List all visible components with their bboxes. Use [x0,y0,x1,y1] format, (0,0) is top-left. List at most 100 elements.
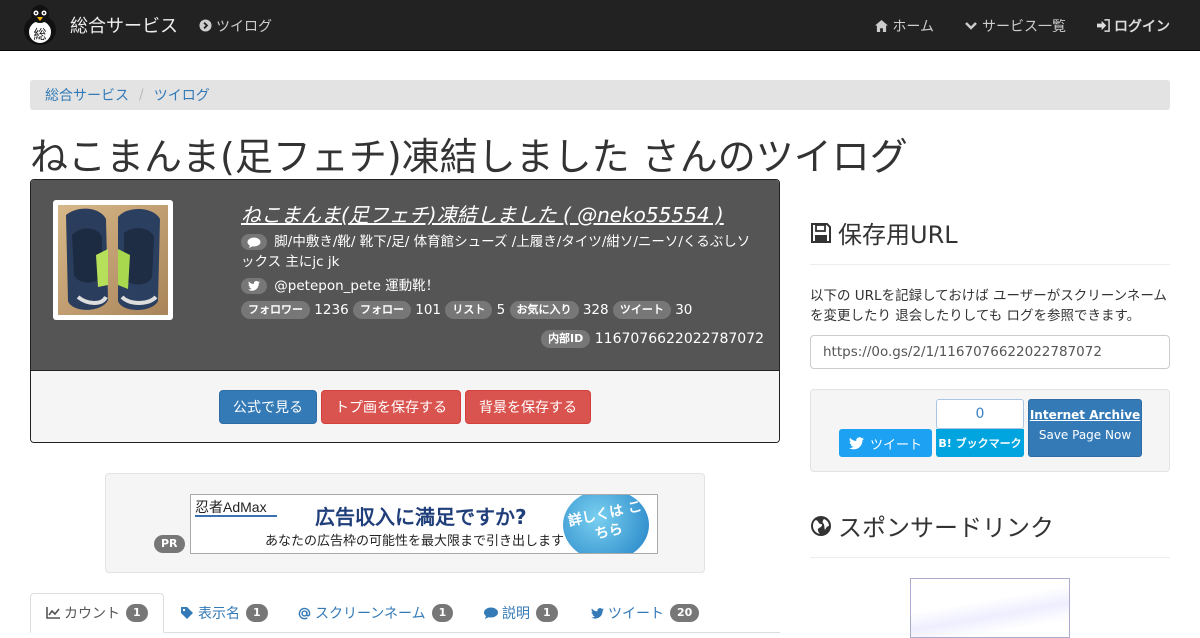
ad-subline: あなたの広告枠の可能性を最大限まで引き出します [265,534,565,549]
comment-icon [484,606,498,620]
sign-in-icon [1096,19,1110,33]
save-url-title: 保存用URL [838,221,958,249]
divider [810,557,1170,558]
tweets-badge: ツイート [612,301,671,319]
save-page-now-label: Save Page Now [1038,428,1132,442]
internal-id: 内部ID 1167076622022787072 [541,330,764,348]
profile-name-link[interactable]: ねこまんま(足フェチ)凍結しました ( @neko55554 ) [241,203,724,227]
lists-badge: リスト [445,301,493,319]
ad-headline: 広告収入に満足ですか? [315,505,527,529]
tab-bar: カウント 1 表示名 1 スクリーンネーム 1 説明 1 ツイート 20 [30,593,780,633]
nav-services-link[interactable]: サービス一覧 [964,16,1066,36]
line-chart-icon [46,606,60,620]
save-url-input[interactable]: https://0o.gs/2/1/1167076622022787072 [810,335,1170,369]
breadcrumb-home[interactable]: 総合サービス [45,85,129,105]
avatar[interactable] [53,200,173,320]
internal-id-badge: 内部ID [541,330,591,348]
globe-icon [811,515,831,536]
tweet-button[interactable]: ツイート [839,429,932,457]
hatena-count: 0 [936,399,1024,429]
home-icon [874,19,888,33]
ad-brand: 忍者AdMax [195,499,267,515]
tweets-count: 30 [675,302,693,318]
tab-display-name[interactable]: 表示名 1 [180,593,268,633]
save-url-heading: 保存用URL [810,215,958,250]
tweet-button-label: ツイート [869,437,922,453]
breadcrumb: 総合サービス / ツイログ [30,80,1170,110]
divider [810,264,1170,265]
save-avatar-button[interactable]: トプ画を保存する [321,389,461,424]
favorites-badge: お気に入り [509,301,579,319]
chevron-circle-right-icon [198,19,212,33]
profile-stats: フォロワー 1236 フォロー 101 リスト 5 お気に入り 328 ツイート… [241,300,761,320]
breadcrumb-separator: / [139,87,144,103]
twitter-bird-icon [241,278,267,294]
tab-screen-name[interactable]: スクリーンネーム 1 [297,593,454,633]
tab-count[interactable]: カウント 1 [30,593,164,633]
at-icon [297,606,311,620]
save-background-button[interactable]: 背景を保存する [465,389,591,424]
save-url-description: 以下の URLを記録しておけば ユーザーがスクリーンネームを変更したり 退会した… [810,288,1167,324]
following-count: 101 [415,302,442,318]
internet-archive-button[interactable]: Internet Archive Save Page Now [1028,399,1142,457]
twitter-bird-icon [590,606,604,620]
nav-home-label: ホーム [892,18,934,35]
profile-panel: ねこまんま(足フェチ)凍結しました ( @neko55554 ) 脚/中敷き/靴… [30,179,780,443]
sponsor-ad[interactable] [910,578,1070,638]
tab-screen-name-badge: 1 [431,604,454,622]
ad-brand-underline [195,515,277,517]
profile-description: 脚/中敷き/靴/ 靴下/足/ 体育館シューズ /上履き/タイツ/紺ソ/ニーソ/く… [241,232,761,272]
profile-info: ねこまんま(足フェチ)凍結しました ( @neko55554 ) 脚/中敷き/靴… [241,202,761,320]
nav-home-link[interactable]: ホーム [874,16,934,36]
tab-description[interactable]: 説明 1 [484,593,558,633]
nav-twilog-link[interactable]: ツイログ [198,16,272,36]
tab-display-name-label: 表示名 [198,606,240,622]
profile-link-text[interactable]: @petepon_pete 運動靴！ [274,278,439,294]
twitter-bird-icon [848,436,864,449]
internal-id-value: 1167076622022787072 [594,331,764,347]
floppy-disk-icon [811,222,831,243]
breadcrumb-twilog[interactable]: ツイログ [154,85,210,105]
profile-actions: 公式で見る トプ画を保存する 背景を保存する [31,370,779,442]
favorites-count: 328 [582,302,609,318]
tab-tweets-badge: 20 [670,604,700,622]
sponsor-heading: スポンサードリンク [810,508,1054,543]
hatena-bookmark-button[interactable]: B! ブックマーク [936,429,1024,457]
tab-display-name-badge: 1 [246,604,268,622]
profile-link-row: @petepon_pete 運動靴！ [241,276,761,296]
brand-text: 総合サービス [70,16,178,37]
comment-icon [241,234,267,250]
tab-count-label: カウント [64,606,120,622]
brand-link[interactable]: 総 総合サービス [20,3,178,47]
brand-logo-char: 総 [33,28,46,43]
ad-banner[interactable]: 忍者AdMax 広告収入に満足ですか? あなたの広告枠の可能性を最大限まで引き出… [190,494,658,554]
page-title: ねこまんま(足フェチ)凍結しました さんのツイログ [30,135,908,179]
followers-count: 1236 [314,302,349,318]
internet-archive-label: Internet Archive [1029,408,1141,422]
profile-header: ねこまんま(足フェチ)凍結しました ( @neko55554 ) 脚/中敷き/靴… [31,180,779,370]
following-badge: フォロー [352,301,411,319]
tab-tweets-label: ツイート [608,606,664,622]
view-official-button[interactable]: 公式で見る [219,389,317,424]
avatar-shoes-image [58,205,168,315]
chevron-down-icon [964,19,978,33]
tab-screen-name-label: スクリーンネーム [315,606,426,622]
tab-count-badge: 1 [126,604,148,622]
nav-services-label: サービス一覧 [982,18,1066,35]
nav-login-link[interactable]: ログイン [1096,16,1170,36]
lists-count: 5 [496,302,506,318]
pr-badge: PR [154,535,185,553]
ad-container: PR 忍者AdMax 広告収入に満足ですか? あなたの広告枠の可能性を最大限まで… [105,473,705,573]
navbar: 総 総合サービス ツイログ ホーム サービス一覧 ログイン [0,0,1200,51]
followers-badge: フォロワー [241,301,310,319]
tag-icon [180,606,194,620]
nav-login-label: ログイン [1114,18,1170,35]
share-buttons: ツイート 0 B! ブックマーク Internet Archive Save P… [810,389,1170,472]
tab-tweets[interactable]: ツイート 20 [590,593,700,633]
profile-description-text: 脚/中敷き/靴/ 靴下/足/ 体育館シューズ /上履き/タイツ/紺ソ/ニーソ/く… [241,234,751,270]
tab-description-label: 説明 [502,606,530,622]
tab-description-badge: 1 [536,604,558,622]
nav-twilog-label: ツイログ [216,18,272,35]
sponsor-title: スポンサードリンク [838,514,1054,542]
penguin-logo-icon: 総 [24,5,56,45]
